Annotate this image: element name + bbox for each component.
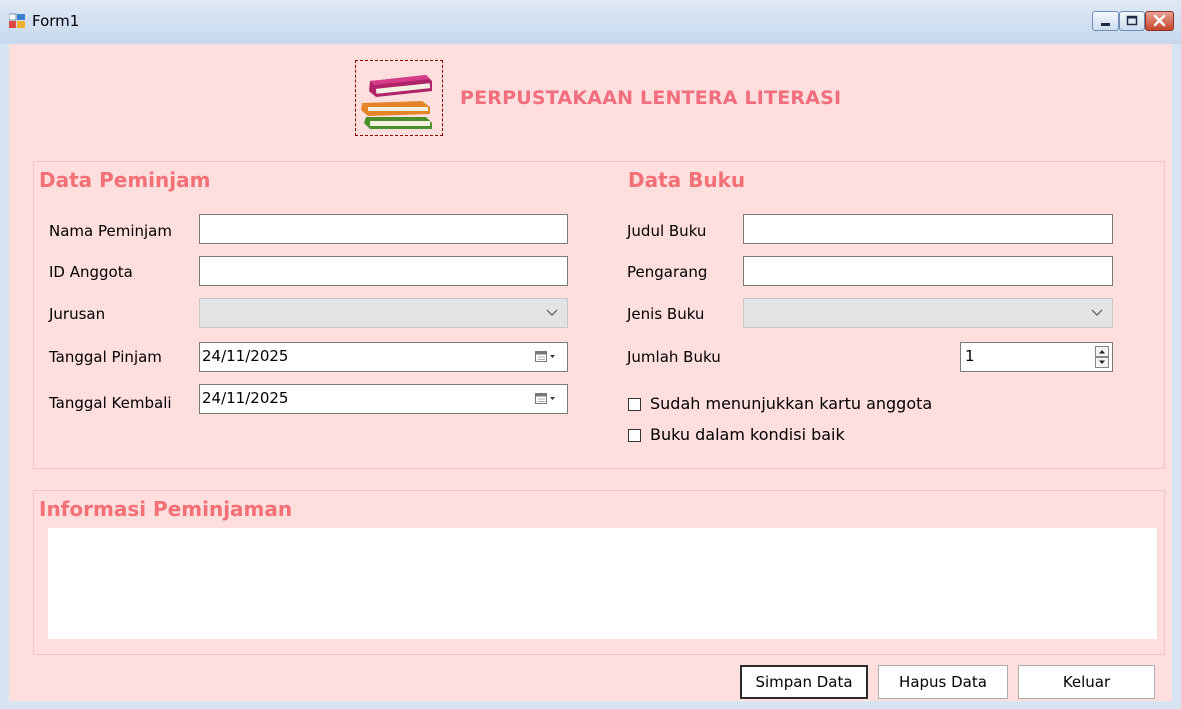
form-icon <box>9 13 25 28</box>
pengarang-label: Pengarang <box>627 263 708 281</box>
tanggal-kembali-value: 24/11/2025 <box>202 389 289 407</box>
arrow-down-icon <box>1099 360 1105 364</box>
tanggal-kembali-datepicker[interactable]: 24/11/2025 <box>199 384 568 414</box>
simpan-data-button[interactable]: Simpan Data <box>740 665 868 699</box>
data-peminjam-title: Data Peminjam <box>39 168 211 192</box>
nama-peminjam-label: Nama Peminjam <box>49 222 172 240</box>
kondisi-baik-label[interactable]: Buku dalam kondisi baik <box>650 425 845 444</box>
informasi-title: Informasi Peminjaman <box>39 497 293 521</box>
app-window: Form1 PERPUSTAKAAN LENTERA LITERASI Data… <box>0 0 1181 709</box>
jumlah-buku-stepper[interactable]: 1 <box>960 342 1113 372</box>
chevron-down-icon <box>546 309 558 316</box>
kartu-anggota-checkbox[interactable] <box>628 398 641 411</box>
tanggal-pinjam-label: Tanggal Pinjam <box>49 348 162 366</box>
close-icon <box>1153 14 1166 27</box>
close-button[interactable] <box>1145 11 1174 31</box>
calendar-icon[interactable] <box>533 391 561 407</box>
judul-buku-label: Judul Buku <box>627 222 707 240</box>
maximize-button[interactable] <box>1119 11 1145 31</box>
jumlah-buku-value: 1 <box>965 347 975 365</box>
minimize-icon <box>1101 23 1110 26</box>
keluar-button[interactable]: Keluar <box>1018 665 1155 699</box>
form-client-area: PERPUSTAKAAN LENTERA LITERASI Data Pemin… <box>9 44 1172 701</box>
tanggal-pinjam-datepicker[interactable]: 24/11/2025 <box>199 342 568 372</box>
arrow-up-icon <box>1099 350 1105 354</box>
id-anggota-input[interactable] <box>199 256 568 286</box>
stepper-down-button[interactable] <box>1095 357 1109 368</box>
tanggal-pinjam-value: 24/11/2025 <box>202 347 289 365</box>
tanggal-kembali-label: Tanggal Kembali <box>49 394 172 412</box>
window-title: Form1 <box>32 12 80 30</box>
stepper-up-button[interactable] <box>1095 346 1109 357</box>
data-buku-title: Data Buku <box>628 168 746 192</box>
judul-buku-input[interactable] <box>743 214 1113 244</box>
hapus-data-button[interactable]: Hapus Data <box>878 665 1008 699</box>
jurusan-label: Jurusan <box>49 305 106 323</box>
books-icon <box>361 75 432 129</box>
jurusan-combobox[interactable] <box>199 298 568 328</box>
jenis-buku-combobox[interactable] <box>743 298 1113 328</box>
kartu-anggota-label[interactable]: Sudah menunjukkan kartu anggota <box>650 394 932 413</box>
jenis-buku-label: Jenis Buku <box>627 305 705 323</box>
pengarang-input[interactable] <box>743 256 1113 286</box>
logo-picturebox <box>355 60 443 136</box>
chevron-down-icon <box>1091 309 1103 316</box>
minimize-button[interactable] <box>1092 11 1119 31</box>
app-heading: PERPUSTAKAAN LENTERA LITERASI <box>460 87 842 109</box>
calendar-icon[interactable] <box>533 349 561 365</box>
kondisi-baik-checkbox[interactable] <box>628 429 641 442</box>
informasi-textbox[interactable] <box>48 528 1157 639</box>
title-bar[interactable]: Form1 <box>0 0 1181 44</box>
id-anggota-label: ID Anggota <box>49 263 133 281</box>
nama-peminjam-input[interactable] <box>199 214 568 244</box>
maximize-icon <box>1126 15 1138 26</box>
jumlah-buku-label: Jumlah Buku <box>627 348 721 366</box>
